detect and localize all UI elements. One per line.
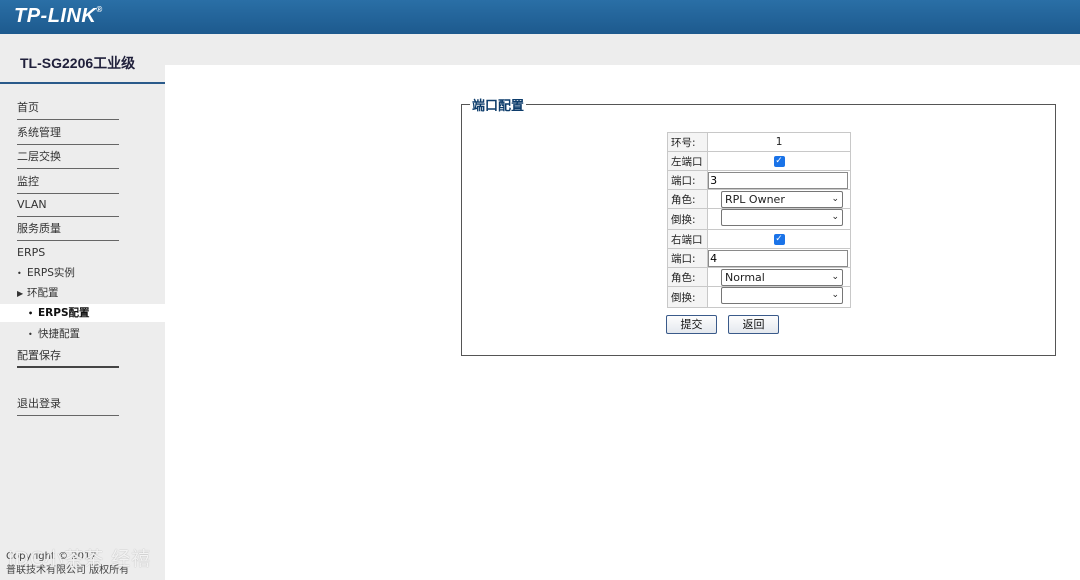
left-revert-label: 倒换: bbox=[666, 208, 709, 230]
sidebar-item-erps[interactable]: ERPS bbox=[17, 245, 119, 265]
bullet-icon: • bbox=[28, 309, 34, 318]
port-config-table: 环号: 1 左端口 ✓ 端口: 角色: RPL Owner⌄ 倒换: ⌄ 右端口… bbox=[666, 132, 851, 308]
left-port-field-label: 端口: bbox=[666, 170, 709, 190]
sidebar-item-logout[interactable]: 退出登录 bbox=[17, 396, 119, 416]
sidebar-item-monitor[interactable]: 监控 bbox=[17, 174, 119, 194]
table-row: 端口: bbox=[666, 170, 851, 190]
right-role-select[interactable]: Normal ⌄ bbox=[721, 268, 844, 286]
left-revert-select[interactable]: ⌄ bbox=[721, 209, 844, 226]
left-port-label: 左端口 bbox=[666, 151, 709, 171]
chevron-down-icon: ⌄ bbox=[831, 271, 840, 282]
submit-button[interactable]: 提交 bbox=[666, 315, 717, 334]
top-banner: TP-LINK® bbox=[0, 0, 1080, 34]
sidebar-sub-quick-config[interactable]: • 快捷配置 bbox=[28, 325, 165, 343]
table-row: 左端口 ✓ bbox=[666, 151, 851, 171]
tp-link-logo: TP-LINK® bbox=[14, 5, 103, 27]
triangle-right-icon: ▶ bbox=[17, 289, 24, 298]
bullet-icon: • bbox=[17, 269, 22, 278]
right-revert-label: 倒换: bbox=[666, 286, 709, 308]
sidebar: TL-SG2206工业级 首页 系统管理 二层交换 监控 VLAN 服务质量 E… bbox=[0, 34, 165, 580]
table-row: 角色: Normal ⌄ bbox=[666, 267, 851, 287]
sidebar-item-home[interactable]: 首页 bbox=[17, 100, 119, 120]
table-row: 倒换: ⌄ bbox=[666, 208, 851, 230]
table-row: 端口: bbox=[666, 248, 851, 268]
sidebar-item-save-config[interactable]: 配置保存 bbox=[17, 348, 119, 368]
sidebar-item-system[interactable]: 系统管理 bbox=[17, 125, 119, 145]
sidebar-item-qos[interactable]: 服务质量 bbox=[17, 221, 119, 241]
table-row: 环号: 1 bbox=[666, 132, 851, 152]
fieldset-legend: 端口配置 bbox=[470, 95, 527, 114]
sidebar-sub-erps-instance[interactable]: • ERPS实例 bbox=[17, 264, 165, 282]
sidebar-sub-erps-config[interactable]: • ERPS配置 bbox=[0, 304, 165, 322]
left-role-select[interactable]: RPL Owner ⌄ bbox=[721, 190, 844, 208]
sidebar-item-vlan[interactable]: VLAN bbox=[17, 197, 119, 217]
device-model: TL-SG2206工业级 bbox=[20, 55, 136, 71]
sidebar-sub-ring-config[interactable]: ▶ 环配置 bbox=[17, 284, 165, 302]
ring-label: 环号: bbox=[666, 132, 709, 152]
right-port-field-label: 端口: bbox=[666, 248, 709, 268]
chevron-down-icon: ⌄ bbox=[831, 212, 840, 222]
chevron-down-icon: ⌄ bbox=[831, 193, 840, 204]
bullet-icon: • bbox=[28, 330, 33, 339]
back-button[interactable]: 返回 bbox=[728, 315, 779, 334]
right-port-label: 右端口 bbox=[666, 229, 709, 249]
table-row: 右端口 ✓ bbox=[666, 229, 851, 249]
model-divider bbox=[0, 82, 165, 84]
right-revert-select[interactable]: ⌄ bbox=[721, 287, 844, 304]
watermark: iDC小茶茶 经禧 bbox=[8, 548, 152, 570]
left-port-checkbox[interactable]: ✓ bbox=[773, 155, 785, 167]
right-port-checkbox[interactable]: ✓ bbox=[773, 233, 785, 245]
left-role-label: 角色: bbox=[666, 189, 709, 209]
table-row: 倒换: ⌄ bbox=[666, 286, 851, 308]
right-port-input[interactable] bbox=[708, 249, 849, 267]
left-port-input[interactable] bbox=[708, 171, 849, 189]
sidebar-item-l2-switching[interactable]: 二层交换 bbox=[17, 149, 119, 169]
ring-value: 1 bbox=[707, 132, 851, 152]
chevron-down-icon: ⌄ bbox=[831, 290, 840, 300]
table-row: 角色: RPL Owner ⌄ bbox=[666, 189, 851, 209]
right-role-label: 角色: bbox=[666, 267, 709, 287]
